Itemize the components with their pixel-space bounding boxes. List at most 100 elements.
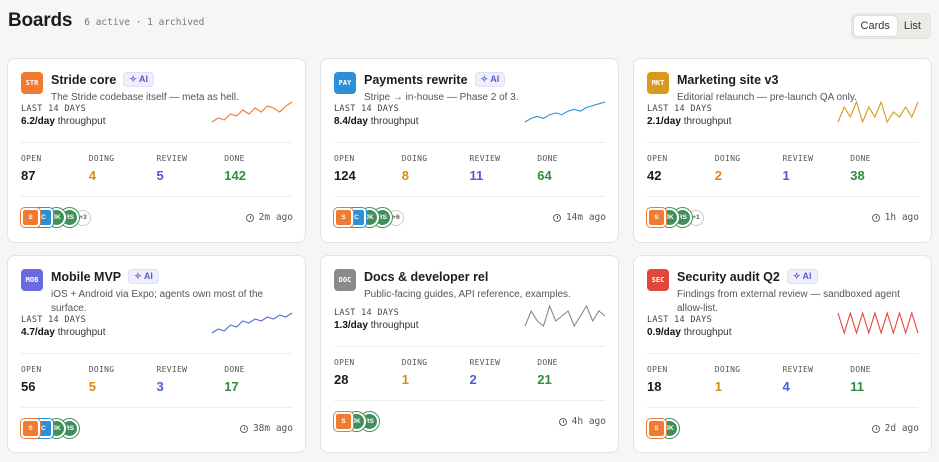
- done-stat[interactable]: DONE 21: [537, 358, 605, 387]
- clock-icon: [239, 424, 248, 433]
- throughput-text: 2.1/day throughput: [647, 116, 732, 127]
- board-card[interactable]: MOB Mobile MVP ✧ AI iOS + Android via Ex…: [7, 255, 306, 453]
- avatar[interactable]: S: [21, 208, 40, 227]
- throughput-sparkline: [524, 101, 606, 123]
- clock-icon: [558, 417, 567, 426]
- throughput-rate: 0.9/day: [647, 327, 681, 338]
- board-card[interactable]: STR Stride core ✧ AI The Stride codebase…: [7, 58, 306, 243]
- divider: [647, 353, 918, 354]
- member-avatars[interactable]: S JK: [647, 419, 679, 438]
- cards-view-button[interactable]: Cards: [853, 16, 897, 36]
- page-title: Boards: [8, 10, 73, 31]
- board-title[interactable]: Marketing site v3: [677, 73, 778, 87]
- avatar[interactable]: S: [21, 419, 40, 438]
- divider: [647, 407, 918, 408]
- done-label: DONE: [850, 154, 871, 163]
- throughput-suffix: throughput: [370, 116, 419, 127]
- done-count: 38: [850, 168, 865, 183]
- board-count: 6 active · 1 archived: [84, 17, 205, 28]
- done-count: 17: [224, 379, 239, 394]
- done-stat[interactable]: DONE 11: [850, 365, 918, 394]
- avatar[interactable]: S: [334, 412, 353, 431]
- review-stat[interactable]: REVIEW 3: [157, 365, 225, 394]
- done-stat[interactable]: DONE 17: [224, 365, 292, 394]
- review-stat[interactable]: REVIEW 2: [470, 358, 538, 387]
- throughput-text: 1.3/day throughput: [334, 320, 419, 331]
- open-stat[interactable]: OPEN 124: [334, 154, 402, 183]
- board-card[interactable]: MKT Marketing site v3 Editorial relaunch…: [633, 58, 932, 243]
- last-14-days-label: LAST 14 DAYS: [647, 104, 713, 114]
- open-stat[interactable]: OPEN 87: [21, 154, 89, 183]
- board-title[interactable]: Mobile MVP: [51, 270, 121, 284]
- done-stat[interactable]: DONE 64: [537, 154, 605, 183]
- board-title[interactable]: Docs & developer rel: [364, 270, 488, 284]
- throughput-rate: 1.3/day: [334, 320, 368, 331]
- member-avatars[interactable]: S C JK RS +6: [334, 208, 404, 227]
- doing-stat[interactable]: DOING 2: [715, 154, 783, 183]
- member-avatars[interactable]: S JK RS +1: [647, 208, 704, 227]
- done-stat[interactable]: DONE 38: [850, 154, 918, 183]
- last-14-days-label: LAST 14 DAYS: [647, 315, 713, 325]
- doing-stat[interactable]: DOING 5: [89, 365, 157, 394]
- board-card[interactable]: PAY Payments rewrite ✧ AI Stripe → in-ho…: [320, 58, 619, 243]
- avatar[interactable]: S: [334, 208, 353, 227]
- status-counts: OPEN 42 DOING 2 REVIEW 1 DONE 38: [647, 154, 918, 183]
- avatar[interactable]: S: [647, 208, 666, 227]
- doing-label: DOING: [88, 365, 115, 374]
- throughput-rate: 2.1/day: [647, 116, 681, 127]
- done-count: 142: [224, 168, 246, 183]
- page-header: Boards 6 active · 1 archived: [8, 10, 204, 32]
- last-14-days-label: LAST 14 DAYS: [334, 308, 400, 318]
- review-stat[interactable]: REVIEW 11: [470, 154, 538, 183]
- board-title[interactable]: Security audit Q2: [677, 270, 780, 284]
- open-stat[interactable]: OPEN 56: [21, 365, 89, 394]
- last-updated: 4h ago: [558, 416, 606, 427]
- board-title[interactable]: Payments rewrite: [364, 73, 468, 87]
- open-stat[interactable]: OPEN 18: [647, 365, 715, 394]
- last-updated: 1h ago: [871, 212, 919, 223]
- throughput-text: 0.9/day throughput: [647, 327, 732, 338]
- review-stat[interactable]: REVIEW 5: [157, 154, 225, 183]
- board-card[interactable]: SEC Security audit Q2 ✧ AI Findings from…: [633, 255, 932, 453]
- doing-label: DOING: [401, 154, 428, 163]
- throughput-suffix: throughput: [57, 327, 106, 338]
- board-code-badge: DOC: [334, 269, 356, 291]
- doing-stat[interactable]: DOING 1: [402, 358, 470, 387]
- throughput-rate: 6.2/day: [21, 116, 55, 127]
- member-avatars[interactable]: S C JK RS: [21, 419, 79, 438]
- board-code-badge: MOB: [21, 269, 43, 291]
- review-stat[interactable]: REVIEW 4: [783, 365, 851, 394]
- view-toggle: Cards List: [850, 13, 931, 39]
- updated-time: 4h ago: [571, 416, 606, 427]
- sparkline-path: [837, 311, 919, 335]
- open-count: 28: [334, 372, 349, 387]
- board-title[interactable]: Stride core: [51, 73, 116, 87]
- doing-stat[interactable]: DOING 4: [89, 154, 157, 183]
- last-14-days-label: LAST 14 DAYS: [334, 104, 400, 114]
- doing-label: DOING: [88, 154, 115, 163]
- review-count: 1: [782, 168, 790, 183]
- doing-stat[interactable]: DOING 8: [402, 154, 470, 183]
- board-card[interactable]: DOC Docs & developer rel Public-facing g…: [320, 255, 619, 453]
- open-label: OPEN: [334, 154, 355, 163]
- open-stat[interactable]: OPEN 42: [647, 154, 715, 183]
- doing-label: DOING: [401, 358, 428, 367]
- review-stat[interactable]: REVIEW 1: [783, 154, 851, 183]
- open-stat[interactable]: OPEN 28: [334, 358, 402, 387]
- board-code-badge: SEC: [647, 269, 669, 291]
- review-label: REVIEW: [469, 154, 501, 163]
- ai-badge: ✧ AI: [786, 269, 818, 284]
- doing-stat[interactable]: DOING 1: [715, 365, 783, 394]
- member-avatars[interactable]: S C JK RS +3: [21, 208, 91, 227]
- last-14-days-label: LAST 14 DAYS: [21, 104, 87, 114]
- list-view-button[interactable]: List: [897, 16, 928, 36]
- divider: [21, 196, 292, 197]
- throughput-suffix: throughput: [683, 327, 732, 338]
- throughput-text: 4.7/day throughput: [21, 327, 106, 338]
- sparkline-path: [524, 304, 606, 328]
- throughput-suffix: throughput: [370, 320, 419, 331]
- avatar[interactable]: S: [647, 419, 666, 438]
- throughput-sparkline: [211, 312, 293, 334]
- done-stat[interactable]: DONE 142: [224, 154, 292, 183]
- member-avatars[interactable]: S JK RS: [334, 412, 379, 431]
